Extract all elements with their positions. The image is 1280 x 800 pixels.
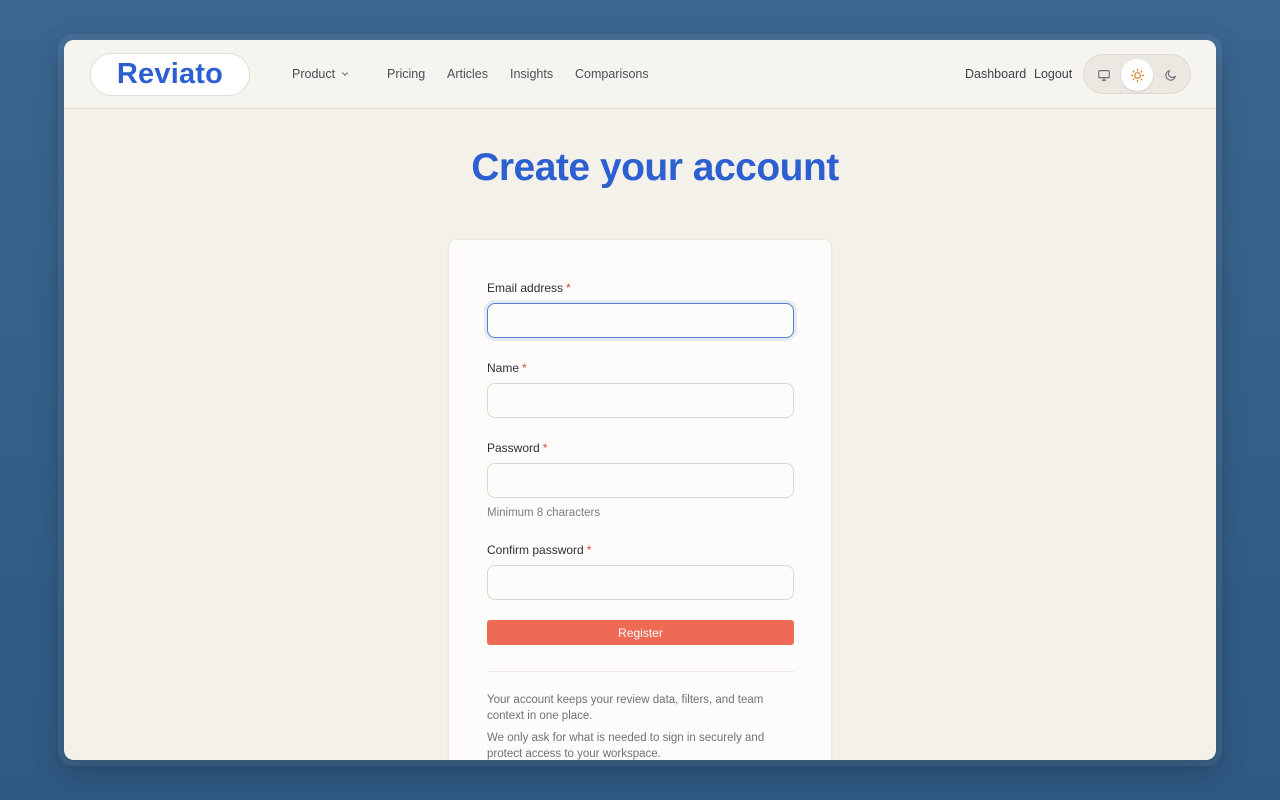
browser-window: Reviato Product Pricing Articles Insight… [64, 40, 1216, 760]
dashboard-link[interactable]: Dashboard [965, 67, 1026, 81]
confirm-password-label-text: Confirm password [487, 543, 584, 557]
password-field[interactable] [487, 463, 794, 498]
name-label-text: Name [487, 361, 520, 375]
chevron-down-icon [342, 72, 349, 76]
register-card: Email address * Name * Password * Minimum 8… [448, 239, 832, 760]
logout-link[interactable]: Logout [1034, 67, 1072, 81]
required-marker: * [586, 543, 592, 557]
top-navigation: Reviato Product Pricing Articles Insight… [64, 40, 1216, 109]
password-label: Password * [487, 441, 547, 455]
required-marker: * [522, 361, 527, 375]
info-note: Your account keeps your review data, fil… [487, 694, 764, 722]
password-hint: Minimum 8 characters [487, 507, 601, 519]
confirm-password-field[interactable] [487, 565, 794, 600]
theme-light-button[interactable] [1121, 59, 1153, 91]
confirm-password-label: Confirm password * [487, 543, 591, 557]
theme-system-button[interactable] [1088, 59, 1120, 91]
sun-icon [1130, 68, 1144, 82]
divider [487, 671, 794, 672]
nav-articles[interactable]: Articles [447, 67, 488, 81]
email-label: Email address * [487, 281, 571, 295]
required-marker: * [566, 281, 571, 295]
password-label-text: Password [487, 441, 540, 455]
required-marker: * [542, 441, 548, 455]
page-title: Create your account [471, 146, 839, 189]
theme-dark-button[interactable] [1155, 59, 1187, 91]
nav-product[interactable]: Product [292, 67, 349, 81]
name-field[interactable] [487, 383, 794, 418]
moon-icon [1165, 70, 1176, 81]
info-note: We only ask for what is needed to sign i… [487, 732, 765, 760]
nav-product-label: Product [292, 67, 336, 81]
nav-pricing[interactable]: Pricing [387, 67, 425, 81]
nav-insights[interactable]: Insights [510, 67, 553, 81]
email-label-text: Email address [487, 281, 564, 295]
name-label: Name * [487, 361, 527, 375]
email-field[interactable] [487, 303, 794, 338]
theme-toggle [1083, 54, 1191, 94]
monitor-icon [1098, 70, 1110, 81]
logo[interactable]: Reviato [90, 53, 250, 96]
register-button[interactable]: Register [487, 620, 794, 645]
nav-comparisons[interactable]: Comparisons [575, 67, 649, 81]
